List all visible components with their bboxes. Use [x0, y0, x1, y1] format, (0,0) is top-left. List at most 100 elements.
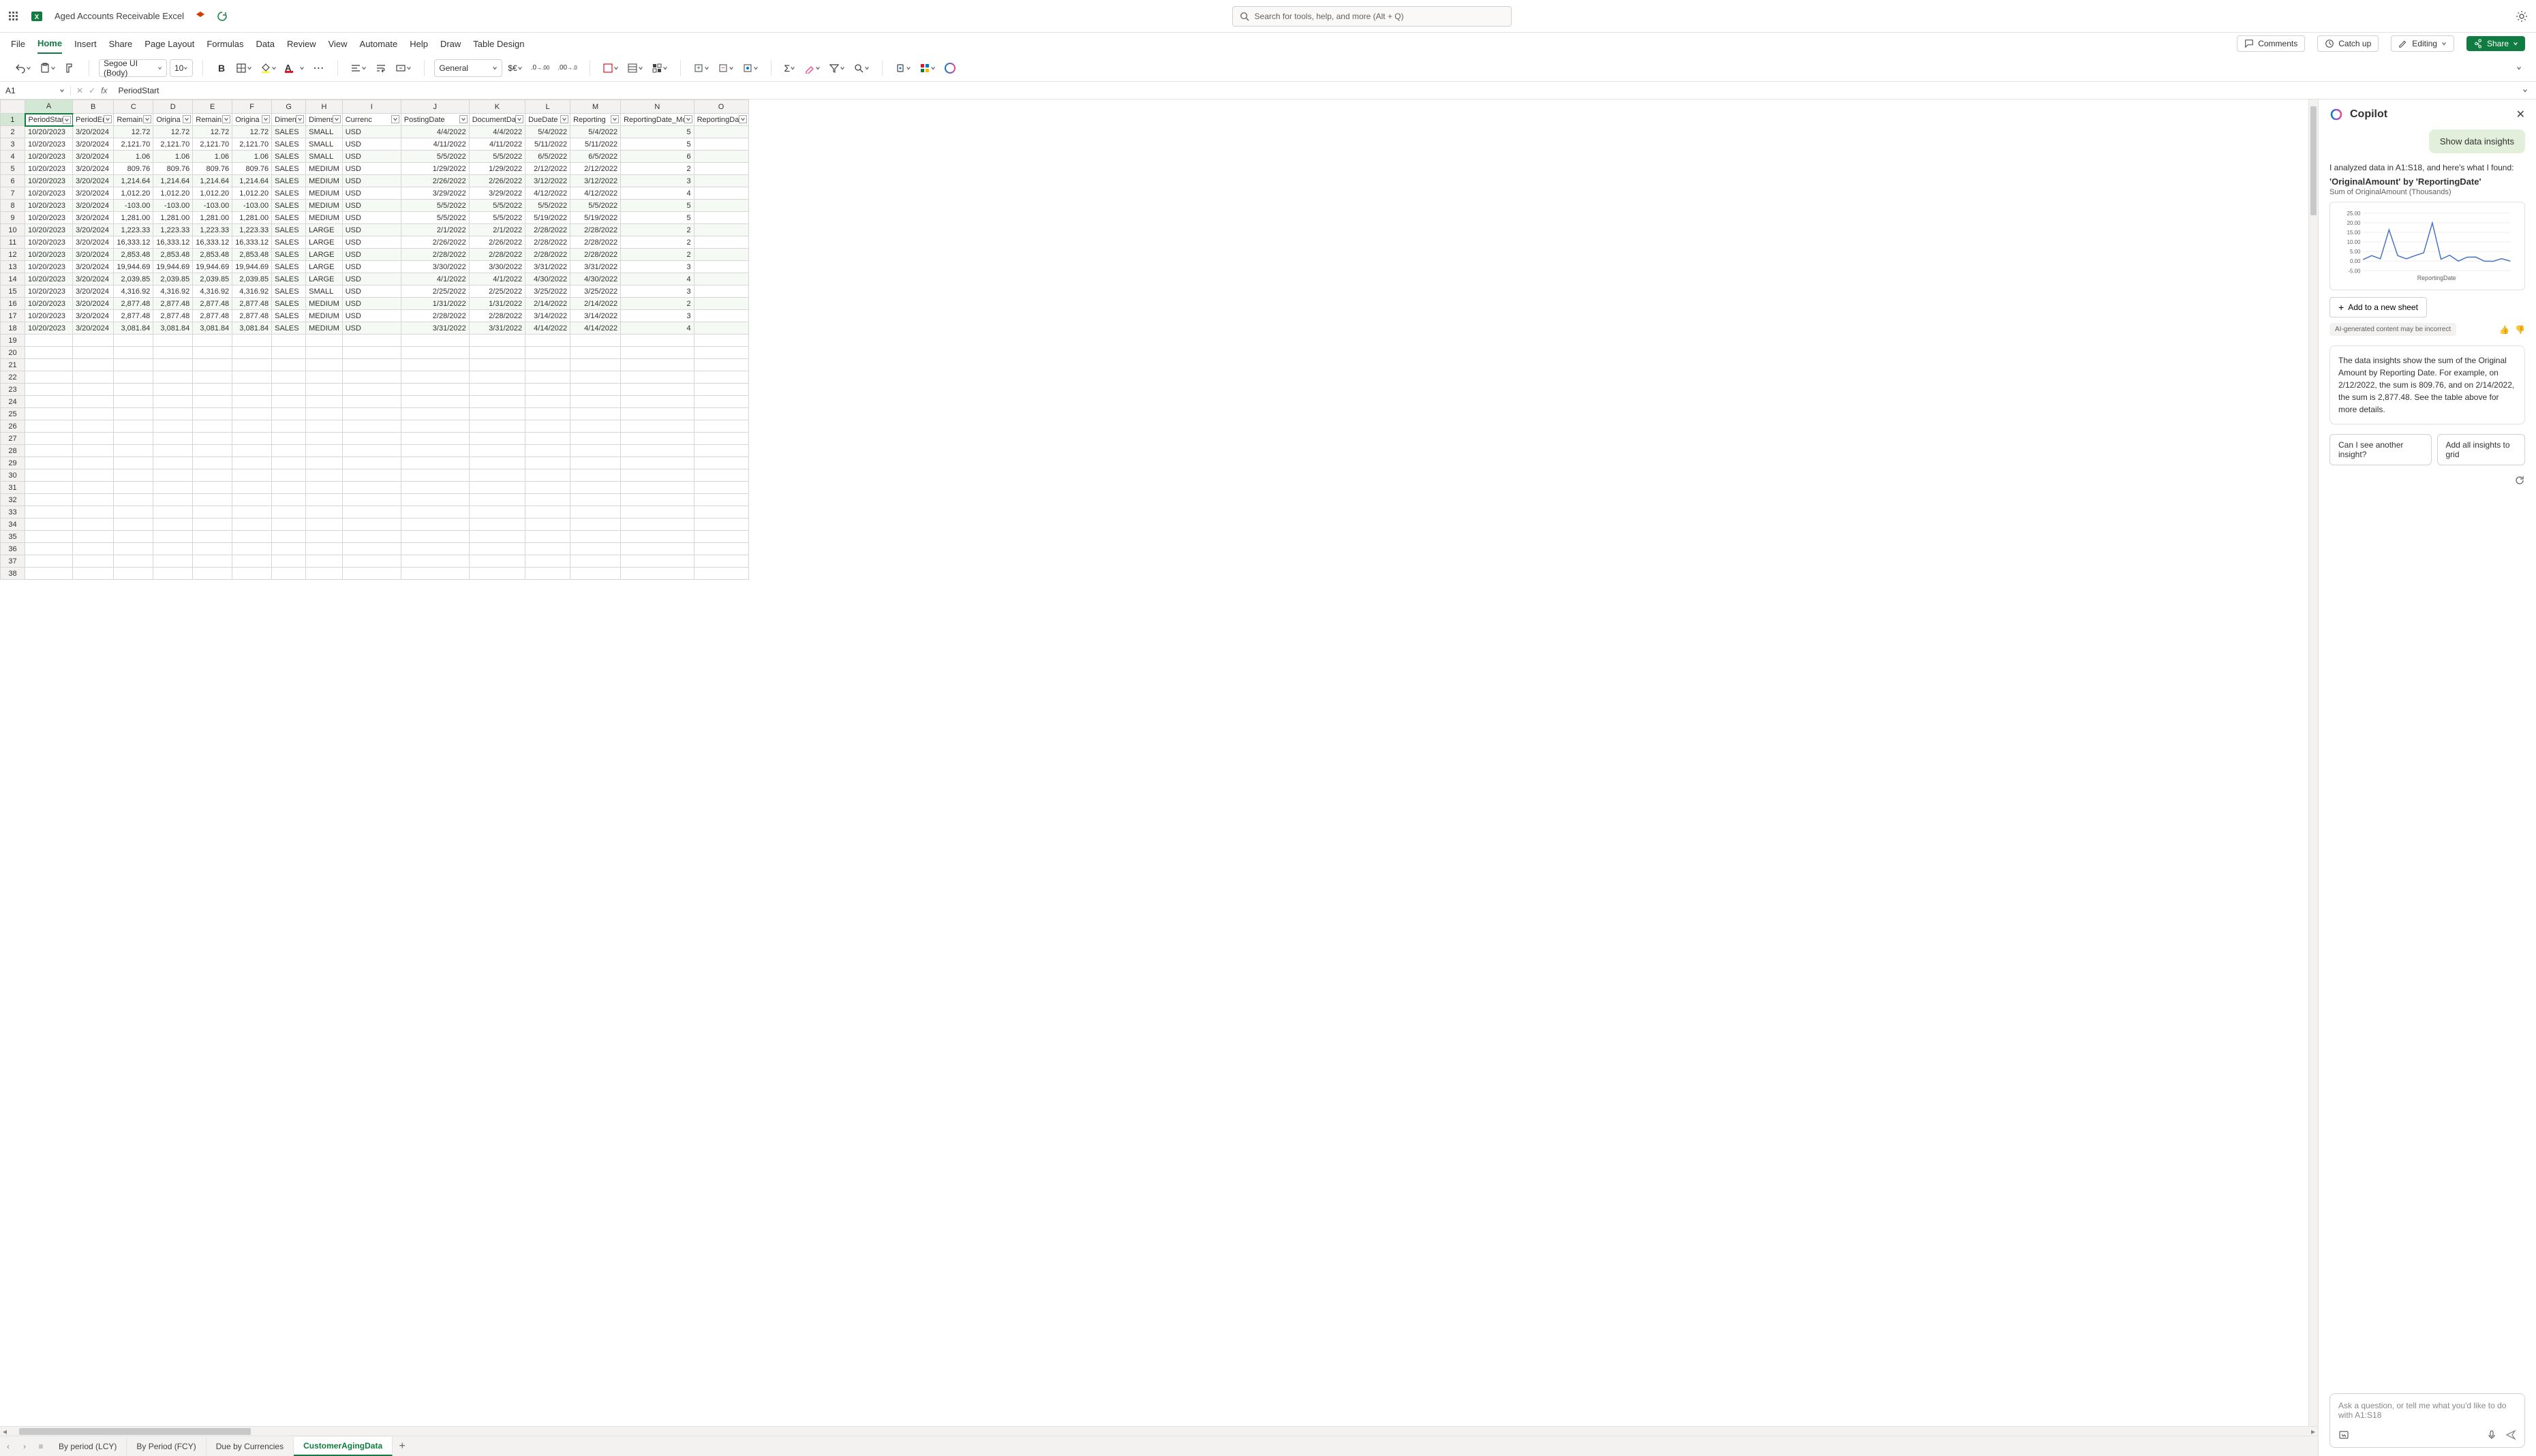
cell[interactable]	[525, 555, 570, 568]
cell[interactable]	[73, 335, 114, 347]
cell[interactable]: 3/30/2022	[469, 261, 525, 273]
col-header-A[interactable]: A	[25, 100, 73, 114]
col-header-O[interactable]: O	[694, 100, 748, 114]
cell[interactable]	[153, 396, 193, 408]
cell[interactable]	[232, 457, 272, 469]
cell[interactable]: 3/20/2024	[73, 322, 114, 335]
cell[interactable]	[694, 126, 748, 138]
cell[interactable]	[694, 420, 748, 433]
cell[interactable]	[694, 212, 748, 224]
cell[interactable]	[232, 506, 272, 518]
cancel-formula-icon[interactable]: ✕	[76, 86, 83, 95]
cell[interactable]	[193, 457, 232, 469]
cell[interactable]	[232, 445, 272, 457]
cell[interactable]	[114, 568, 153, 580]
sensitivity-button[interactable]	[892, 59, 914, 77]
cell[interactable]	[469, 555, 525, 568]
cell[interactable]	[232, 568, 272, 580]
bold-button[interactable]: B	[213, 59, 230, 77]
cell[interactable]: 4,316.92	[193, 285, 232, 298]
formula-input[interactable]: PeriodStart	[112, 86, 2522, 95]
cell[interactable]: 12.72	[114, 126, 153, 138]
cell[interactable]	[694, 347, 748, 359]
cell[interactable]	[114, 457, 153, 469]
cell[interactable]	[306, 568, 343, 580]
cell[interactable]	[272, 482, 306, 494]
cell[interactable]	[525, 469, 570, 482]
cell[interactable]: SALES	[272, 310, 306, 322]
cell[interactable]	[114, 335, 153, 347]
cell[interactable]: SALES	[272, 175, 306, 187]
cell[interactable]	[621, 568, 694, 580]
row-header-30[interactable]: 30	[1, 469, 25, 482]
cell[interactable]	[232, 518, 272, 531]
cell[interactable]: 809.76	[153, 163, 193, 175]
cell[interactable]	[306, 482, 343, 494]
cell[interactable]: SALES	[272, 285, 306, 298]
cell[interactable]: 1,223.33	[114, 224, 153, 236]
cell[interactable]	[469, 457, 525, 469]
cell[interactable]: 2/28/2022	[570, 236, 621, 249]
cell[interactable]	[232, 408, 272, 420]
insert-cells-button[interactable]: +	[690, 59, 712, 77]
cell[interactable]: 1/31/2022	[401, 298, 469, 310]
cell[interactable]: 12.72	[193, 126, 232, 138]
cell[interactable]	[193, 433, 232, 445]
cell[interactable]: 10/20/2023	[25, 151, 73, 163]
cell[interactable]	[114, 420, 153, 433]
cell[interactable]	[694, 555, 748, 568]
fill-color-button[interactable]	[258, 59, 279, 77]
row-header-38[interactable]: 38	[1, 568, 25, 580]
cell[interactable]: 10/20/2023	[25, 126, 73, 138]
cell[interactable]	[306, 371, 343, 384]
cell[interactable]	[621, 384, 694, 396]
cell[interactable]: 1,281.00	[232, 212, 272, 224]
cell[interactable]	[272, 384, 306, 396]
row-header-4[interactable]: 4	[1, 151, 25, 163]
cell[interactable]	[621, 408, 694, 420]
enter-formula-icon[interactable]: ✓	[89, 86, 95, 95]
cell[interactable]	[694, 506, 748, 518]
cell[interactable]: 2,121.70	[114, 138, 153, 151]
cell[interactable]: 2	[621, 224, 694, 236]
share-button[interactable]: Share	[2466, 36, 2525, 51]
cell[interactable]: 2/26/2022	[469, 236, 525, 249]
cell[interactable]	[272, 433, 306, 445]
cell[interactable]	[272, 494, 306, 506]
cell[interactable]	[570, 457, 621, 469]
cell[interactable]: 1,012.20	[153, 187, 193, 200]
search-box[interactable]: Search for tools, help, and more (Alt + …	[1232, 6, 1512, 27]
cell[interactable]: USD	[342, 187, 401, 200]
cell[interactable]	[232, 396, 272, 408]
cell[interactable]	[73, 555, 114, 568]
cell[interactable]	[306, 433, 343, 445]
cell[interactable]	[193, 396, 232, 408]
cell[interactable]: 3/31/2022	[401, 322, 469, 335]
cell[interactable]: 10/20/2023	[25, 285, 73, 298]
cell[interactable]: -103.00	[153, 200, 193, 212]
cell[interactable]	[232, 420, 272, 433]
cell[interactable]	[621, 518, 694, 531]
decrease-decimal-button[interactable]: .0→.00	[528, 59, 552, 77]
cell[interactable]: 2,121.70	[153, 138, 193, 151]
cell[interactable]: 3/31/2022	[469, 322, 525, 335]
row-header-22[interactable]: 22	[1, 371, 25, 384]
cell[interactable]	[469, 518, 525, 531]
cell[interactable]: 2,039.85	[153, 273, 193, 285]
cell[interactable]: 3/29/2022	[469, 187, 525, 200]
cell[interactable]	[570, 482, 621, 494]
cell[interactable]	[469, 408, 525, 420]
cell[interactable]: USD	[342, 212, 401, 224]
cell[interactable]: 2/28/2022	[525, 236, 570, 249]
cell[interactable]: 2,853.48	[232, 249, 272, 261]
cell[interactable]: 2,877.48	[193, 298, 232, 310]
cell[interactable]: 19,944.69	[232, 261, 272, 273]
cell[interactable]: 2/25/2022	[401, 285, 469, 298]
cell[interactable]	[114, 543, 153, 555]
format-table-button[interactable]	[624, 59, 646, 77]
cell[interactable]	[694, 518, 748, 531]
cell[interactable]	[232, 531, 272, 543]
undo-button[interactable]	[12, 59, 34, 77]
cell[interactable]: 2,039.85	[232, 273, 272, 285]
cell[interactable]	[153, 469, 193, 482]
